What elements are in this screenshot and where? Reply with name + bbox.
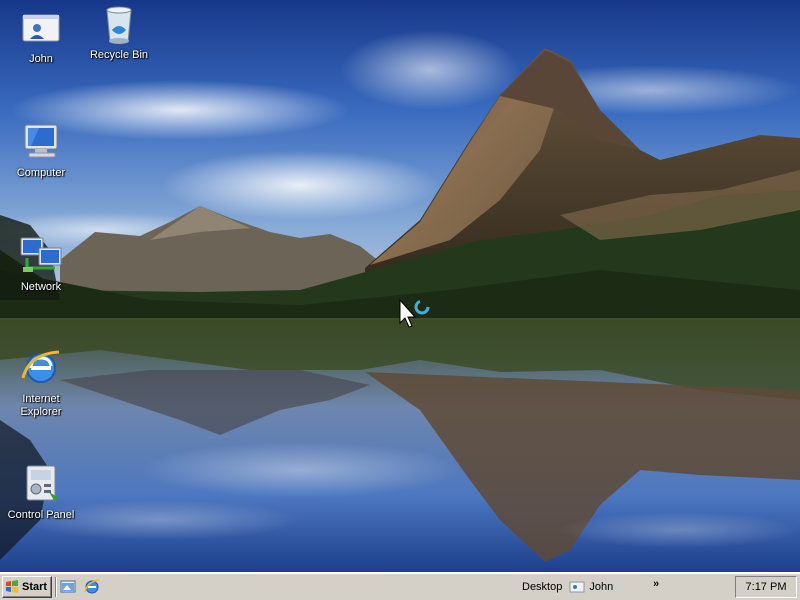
- quick-launch-divider: [55, 577, 57, 597]
- user-folder-icon: [22, 14, 60, 42]
- desktop-icon-label: Control Panel: [7, 509, 75, 521]
- desktop-toolbar-user: John: [589, 581, 614, 593]
- desktop-icon-label: Computer: [16, 167, 66, 179]
- start-button[interactable]: Start: [2, 576, 52, 598]
- desktop-icon-label: Internet Explorer: [20, 393, 62, 418]
- control-panel-icon: [26, 465, 59, 502]
- desktop-icon-internet-explorer[interactable]: Internet Explorer: [0, 346, 82, 419]
- internet-explorer-icon: [21, 350, 60, 383]
- desktop-toolbar[interactable]: Desktop John: [522, 579, 613, 595]
- internet-explorer-icon[interactable]: [83, 578, 101, 596]
- desktop-icon-network[interactable]: Network: [0, 234, 82, 294]
- desktop-icon-label: John: [29, 53, 53, 65]
- desktop[interactable]: John Recycle Bin Computer Network Intern…: [0, 0, 800, 572]
- start-label: Start: [22, 581, 48, 593]
- desktop-icon-john[interactable]: John: [0, 6, 82, 66]
- taskbar: Start Desktop John » 7:17 PM: [0, 572, 800, 600]
- system-tray: 7:17 PM: [735, 576, 797, 598]
- desktop-icon-computer[interactable]: Computer: [0, 120, 82, 180]
- desktop-icon-recycle-bin[interactable]: Recycle Bin: [78, 2, 160, 62]
- wallpaper: [0, 0, 800, 572]
- desktop-icon-label: Recycle Bin: [89, 49, 149, 61]
- computer-icon: [24, 124, 58, 158]
- user-folder-icon: [569, 581, 585, 593]
- toolbar-overflow-chevron[interactable]: »: [653, 578, 659, 590]
- desktop-icon-label: Network: [20, 281, 62, 293]
- desktop-toolbar-label: Desktop: [522, 581, 563, 593]
- show-desktop-icon[interactable]: [59, 578, 77, 596]
- network-icon: [20, 237, 62, 272]
- clock[interactable]: 7:17 PM: [746, 581, 787, 593]
- windows-logo-icon: [6, 580, 18, 593]
- desktop-icon-control-panel[interactable]: Control Panel: [0, 462, 82, 522]
- recycle-bin-icon: [106, 6, 132, 44]
